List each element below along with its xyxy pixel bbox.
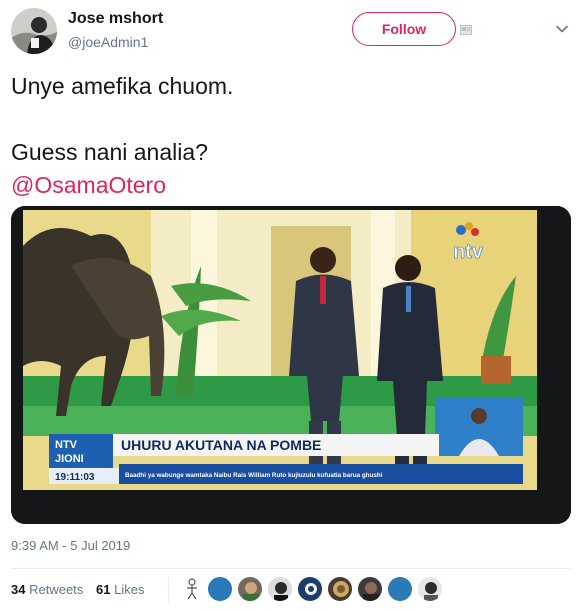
liker-avatar[interactable]	[387, 576, 413, 602]
tv-photo: ntv NTV JIONI UHURU AKUTANA NA POMBE 19:…	[11, 206, 571, 524]
likes-count: 61	[96, 582, 111, 597]
likes-stat[interactable]: 61 Likes	[96, 582, 144, 597]
liker-avatar[interactable]	[357, 576, 383, 602]
tweet-header: Jose mshort @joeAdmin1 Follow	[0, 0, 582, 62]
chevron-down-icon[interactable]	[555, 22, 569, 36]
liker-avatar[interactable]	[327, 576, 353, 602]
tweet-timestamp[interactable]: 9:39 AM - 5 Jul 2019	[11, 538, 130, 553]
card-icon[interactable]	[460, 24, 472, 36]
tweet-stats: 34 Retweets 61 Likes	[11, 570, 571, 610]
program-badge-line1: NTV	[55, 439, 78, 451]
clock-text: 19:11:03	[55, 472, 95, 483]
liker-avatar[interactable]	[179, 576, 205, 602]
retweets-label: Retweets	[29, 582, 84, 597]
liker-avatar[interactable]	[417, 576, 443, 602]
tweet-line: Unye amefika chuom.	[11, 73, 234, 99]
user-avatar[interactable]	[11, 8, 57, 54]
retweets-count: 34	[11, 582, 26, 597]
program-badge-line2: JIONI	[55, 453, 84, 465]
retweets-stat[interactable]: 34 Retweets	[11, 582, 83, 597]
display-name[interactable]: Jose mshort	[68, 10, 163, 28]
liker-avatar[interactable]	[267, 576, 293, 602]
liker-avatar[interactable]	[207, 576, 233, 602]
tweet-text: Unye amefika chuom. Guess nani analia? @…	[11, 70, 571, 202]
liker-avatar[interactable]	[237, 576, 263, 602]
stick-figure-icon	[187, 578, 197, 600]
headline-text: UHURU AKUTANA NA POMBE	[121, 437, 321, 453]
ticker-text: Baadhi ya wabunge wamtaka Naibu Rais Wil…	[125, 472, 383, 479]
liker-avatar[interactable]	[297, 576, 323, 602]
avatar-image	[11, 8, 57, 54]
likes-label: Likes	[114, 582, 145, 597]
tweet-line: Guess nani analia?	[11, 139, 208, 165]
divider	[11, 568, 571, 569]
mention-link[interactable]: @OsamaOtero	[11, 172, 166, 198]
channel-logo-text: ntv	[453, 241, 484, 263]
divider	[168, 577, 169, 603]
user-handle[interactable]: @joeAdmin1	[68, 34, 148, 50]
follow-button[interactable]: Follow	[352, 12, 456, 46]
tweet-media-photo[interactable]: ntv NTV JIONI UHURU AKUTANA NA POMBE 19:…	[11, 206, 571, 524]
